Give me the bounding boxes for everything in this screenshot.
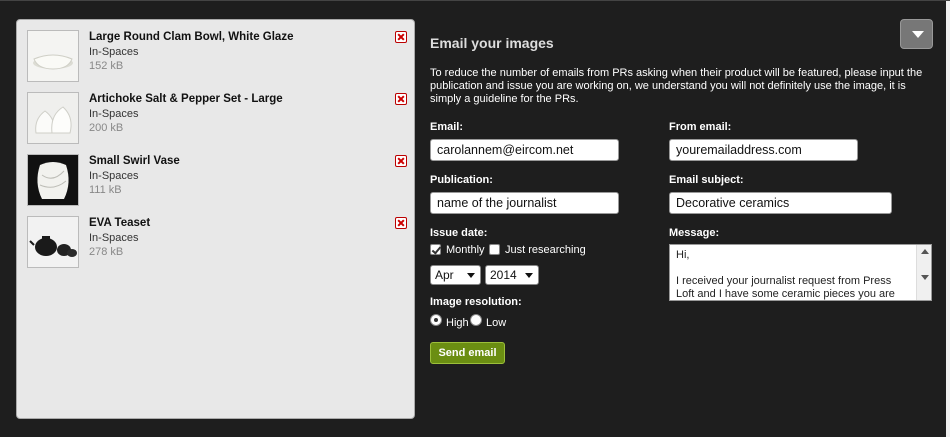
teaset-thumbnail [27,216,79,268]
image-resolution-label: Image resolution: [430,296,522,308]
monthly-checkbox[interactable] [430,244,441,255]
email-images-modal: Large Round Clam Bowl, White Glaze In-Sp… [0,0,950,437]
publication-field[interactable]: name of the journalist [430,192,619,214]
message-textarea[interactable]: Hi, I received your journalist request f… [669,244,932,301]
intro-text: To reduce the number of emails from PRs … [430,67,923,105]
vase-thumbnail [27,154,79,206]
scroll-up-icon[interactable] [921,249,929,254]
low-resolution-radio[interactable] [470,314,482,326]
high-resolution-radio[interactable] [430,314,442,326]
monthly-label: Monthly [446,244,485,256]
month-select[interactable]: Apr [430,265,481,285]
email-subject-field[interactable]: Decorative ceramics [669,192,892,214]
bowl-thumbnail [27,30,79,82]
image-brand: In-Spaces [89,170,139,182]
year-select[interactable]: 2014 [485,265,539,285]
modal-edge [946,1,950,437]
email-field[interactable]: carolannem@eircom.net [430,139,619,161]
year-value: 2014 [490,268,517,282]
email-label: Email: [430,121,464,133]
selected-images-list: Large Round Clam Bowl, White Glaze In-Sp… [16,19,415,419]
image-brand: In-Spaces [89,232,139,244]
message-greeting: Hi, [676,249,690,261]
image-size: 200 kB [89,122,124,134]
image-size: 111 kB [89,184,122,196]
image-brand: In-Spaces [89,108,139,120]
image-title: EVA Teaset [89,217,151,229]
send-email-button[interactable]: Send email [430,342,505,364]
image-brand: In-Spaces [89,46,139,58]
month-value: Apr [435,268,454,282]
publication-label: Publication: [430,174,493,186]
low-label: Low [486,317,507,329]
image-title: Small Swirl Vase [89,155,180,167]
message-body: I received your journalist request from … [676,275,895,300]
issue-date-label: Issue date: [430,227,488,239]
artichoke-thumbnail [27,92,79,144]
remove-icon[interactable] [395,217,407,229]
remove-icon[interactable] [395,93,407,105]
from-email-label: From email: [669,121,732,133]
image-title: Large Round Clam Bowl, White Glaze [89,31,294,43]
just-researching-label: Just researching [505,244,586,256]
image-size: 278 kB [89,246,124,258]
collapse-dropdown-button[interactable] [900,19,933,49]
image-title: Artichoke Salt & Pepper Set - Large [89,93,283,105]
remove-icon[interactable] [395,31,407,43]
remove-icon[interactable] [395,155,407,167]
list-item: Artichoke Salt & Pepper Set - Large In-S… [27,92,407,148]
message-scrollbar[interactable] [916,245,931,300]
list-item: Small Swirl Vase In-Spaces 111 kB [27,154,407,210]
form-title: Email your images [430,35,554,51]
high-label: High [446,317,469,329]
list-item: Large Round Clam Bowl, White Glaze In-Sp… [27,30,407,86]
email-subject-label: Email subject: [669,174,744,186]
image-size: 152 kB [89,60,124,72]
scroll-down-icon[interactable] [921,275,929,280]
message-label: Message: [669,227,720,239]
list-item: EVA Teaset In-Spaces 278 kB [27,216,407,272]
just-researching-checkbox[interactable] [489,244,500,255]
from-email-field[interactable]: youremailaddress.com [669,139,858,161]
